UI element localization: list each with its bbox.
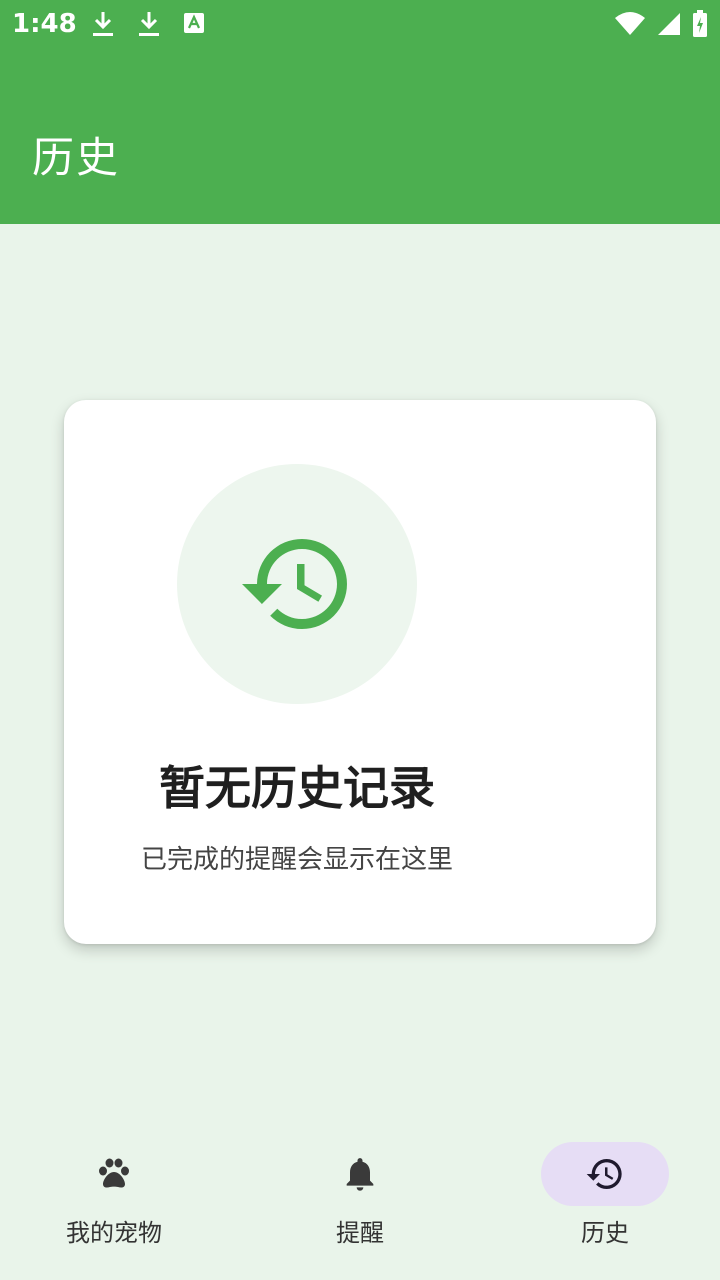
- nav-label: 我的宠物: [66, 1219, 162, 1247]
- nav-label: 提醒: [336, 1219, 384, 1247]
- bottom-navigation: 我的宠物 提醒 历史: [0, 1124, 720, 1280]
- empty-state-title: 暂无历史记录: [159, 761, 435, 815]
- nav-label: 历史: [581, 1219, 629, 1247]
- empty-icon-circle: [177, 464, 417, 704]
- cellular-signal-icon: [658, 13, 680, 35]
- page-title: 历史: [32, 133, 121, 182]
- download-icon: [93, 12, 113, 36]
- wifi-icon: [615, 12, 645, 35]
- empty-state-card: 暂无历史记录 已完成的提醒会显示在这里: [64, 400, 656, 944]
- status-time: 1:48: [12, 9, 77, 39]
- notification-icons: [90, 10, 206, 38]
- download-icon: [139, 12, 159, 36]
- battery-charging-icon: [693, 10, 707, 37]
- status-bar: 1:48: [0, 0, 720, 48]
- app-bar: 历史: [0, 48, 720, 224]
- history-icon: [242, 539, 347, 630]
- nav-item-history[interactable]: 历史: [525, 1142, 685, 1262]
- keyboard-a-icon: [184, 13, 204, 33]
- history-icon: [586, 1159, 622, 1189]
- bell-icon: [346, 1158, 374, 1191]
- nav-item-my-pets[interactable]: 我的宠物: [34, 1142, 194, 1262]
- paw-icon: [99, 1158, 129, 1188]
- nav-item-reminders[interactable]: 提醒: [280, 1142, 440, 1262]
- empty-state-subtitle: 已完成的提醒会显示在这里: [140, 845, 453, 875]
- system-icons: [614, 10, 708, 38]
